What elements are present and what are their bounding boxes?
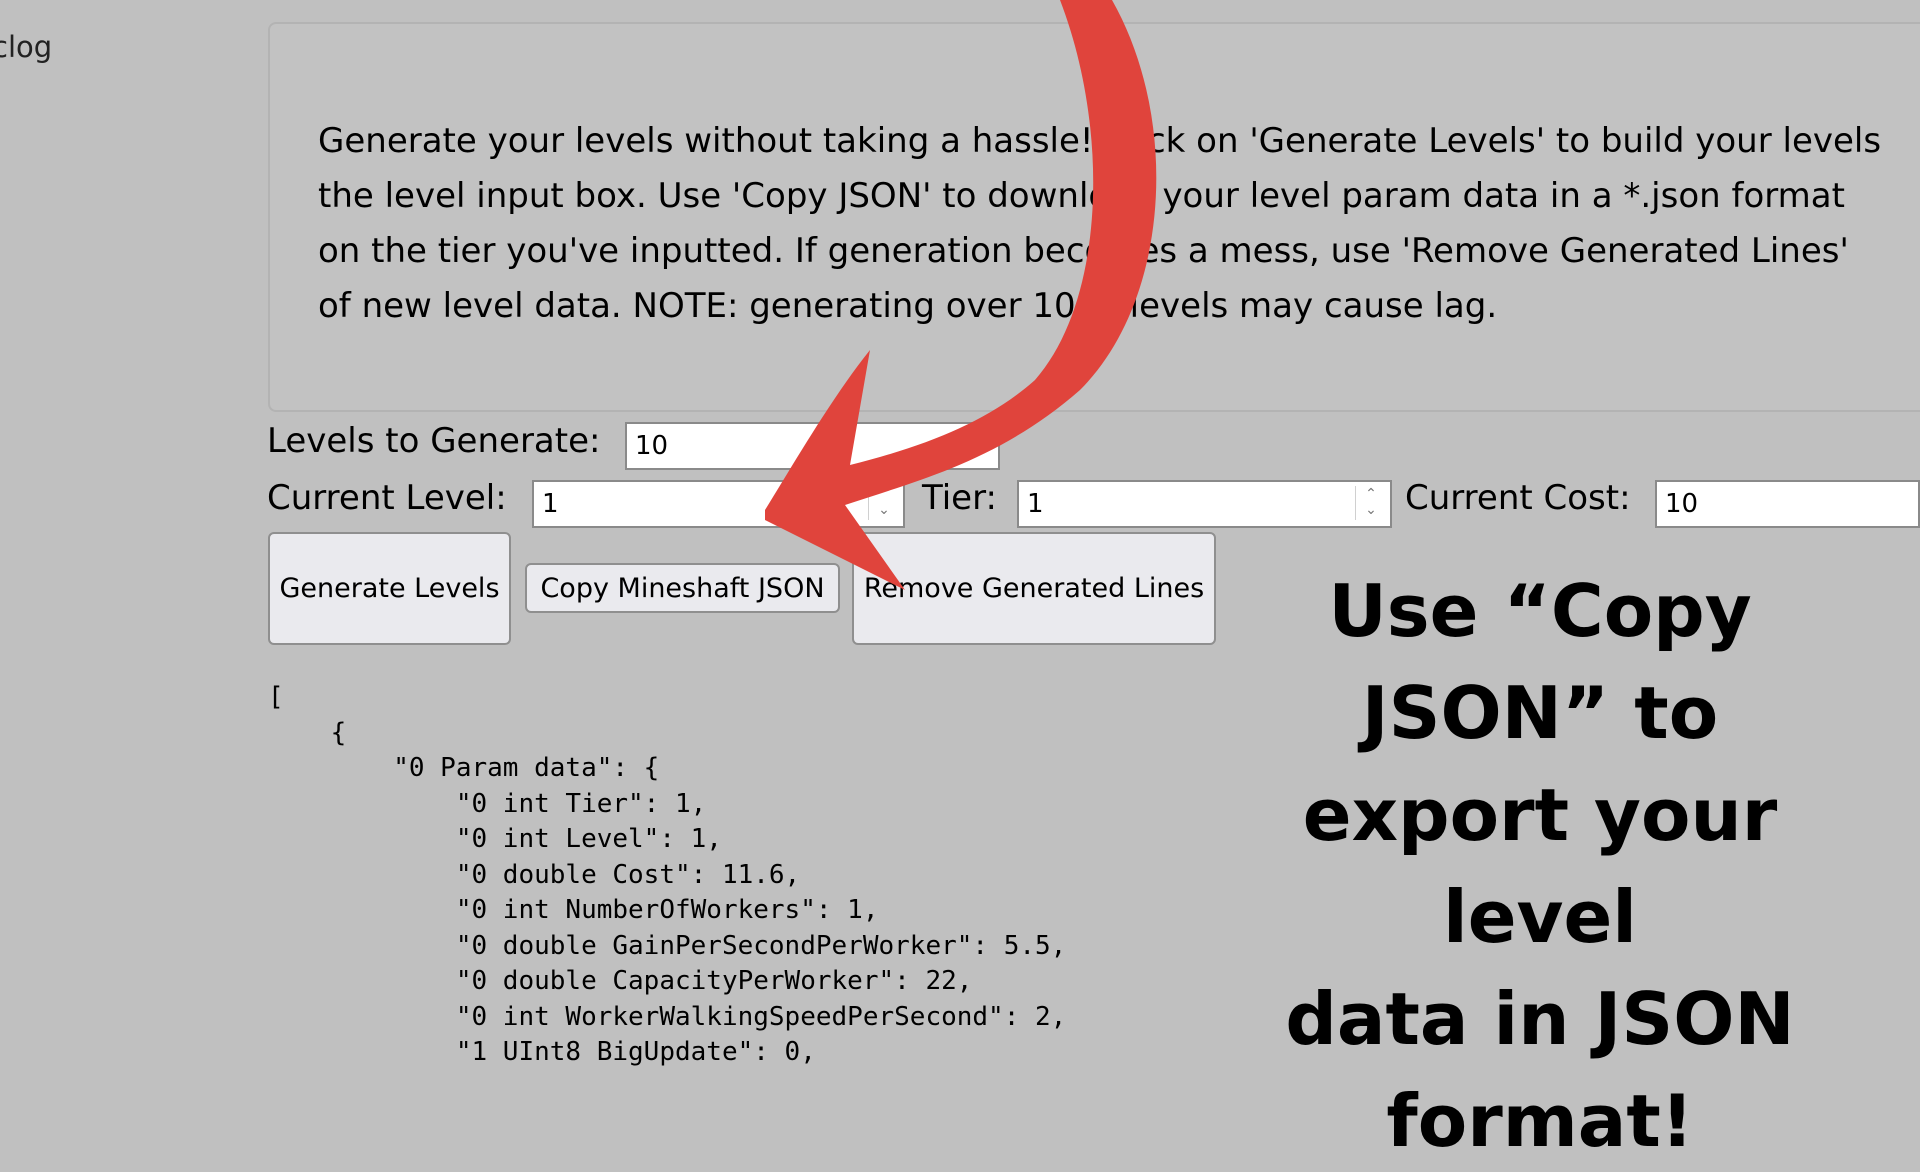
spinner-down-icon[interactable]: ⌄ <box>1356 502 1386 518</box>
current-level-label: Current Level: <box>267 478 507 518</box>
json-line: "0 int NumberOfWorkers": 1, <box>268 895 879 925</box>
tier-field: ⌃ ⌄ <box>1017 480 1392 528</box>
current-level-input[interactable] <box>532 480 905 528</box>
json-line: "0 double GainPerSecondPerWorker": 5.5, <box>268 930 1067 961</box>
annotation-line-1: Use “Copy <box>1328 569 1752 653</box>
description-panel: Generate your levels without taking a ha… <box>268 22 1920 412</box>
tier-label: Tier: <box>922 478 997 518</box>
json-line: "0 double Cost": 11.6, <box>268 859 801 890</box>
description-text: Generate your levels without taking a ha… <box>318 114 1920 334</box>
generate-levels-button[interactable]: Generate Levels <box>268 532 511 645</box>
current-cost-label: Current Cost: <box>1405 478 1631 518</box>
spinner-up-icon[interactable]: ⌃ <box>1356 486 1386 502</box>
json-line: "0 int WorkerWalkingSpeedPerSecond": 2, <box>268 1001 1067 1032</box>
json-line: { <box>268 717 347 748</box>
annotation-callout: Use “Copy JSON” to export your level dat… <box>1200 560 1880 1172</box>
json-output: [ { "0 Param data": { "0 int Tier": 1, "… <box>268 680 1066 1071</box>
levels-to-generate-input[interactable] <box>625 422 1000 470</box>
json-line: "0 Param data": { <box>268 753 660 783</box>
json-line: "0 int Tier": 1, <box>268 788 707 819</box>
current-level-spinner[interactable]: ⌃ ⌄ <box>868 486 899 520</box>
spinner-up-icon[interactable]: ⌃ <box>869 486 899 502</box>
copy-json-button[interactable]: Copy Mineshaft JSON <box>525 563 840 613</box>
json-line: "0 int Level": 1, <box>268 824 722 854</box>
json-line: [ <box>268 682 284 712</box>
remove-generated-lines-button[interactable]: Remove Generated Lines <box>852 532 1216 645</box>
levels-to-generate-label: Levels to Generate: <box>267 421 601 461</box>
annotation-line-5: format! <box>1386 1079 1694 1163</box>
tier-input[interactable] <box>1017 480 1392 528</box>
sidebar-partial-label: clog <box>0 30 53 64</box>
annotation-line-4: data in JSON <box>1285 977 1795 1061</box>
description-line-4: of new level data. NOTE: generating over… <box>318 286 1498 326</box>
current-cost-input[interactable] <box>1655 480 1920 528</box>
json-line: "0 double CapacityPerWorker": 22, <box>268 966 973 996</box>
annotation-line-3: export your level <box>1302 773 1778 959</box>
json-line: "1 UInt8 BigUpdate": 0, <box>268 1037 816 1067</box>
annotation-line-2: JSON” to <box>1361 671 1719 755</box>
description-line-1: Generate your levels without taking a ha… <box>318 121 1882 161</box>
description-line-2: the level input box. Use 'Copy JSON' to … <box>318 176 1845 216</box>
current-level-field: ⌃ ⌄ <box>532 480 905 528</box>
spinner-down-icon[interactable]: ⌄ <box>869 502 899 518</box>
tier-spinner[interactable]: ⌃ ⌄ <box>1355 486 1386 520</box>
description-line-3: on the tier you've inputted. If generati… <box>318 231 1849 271</box>
